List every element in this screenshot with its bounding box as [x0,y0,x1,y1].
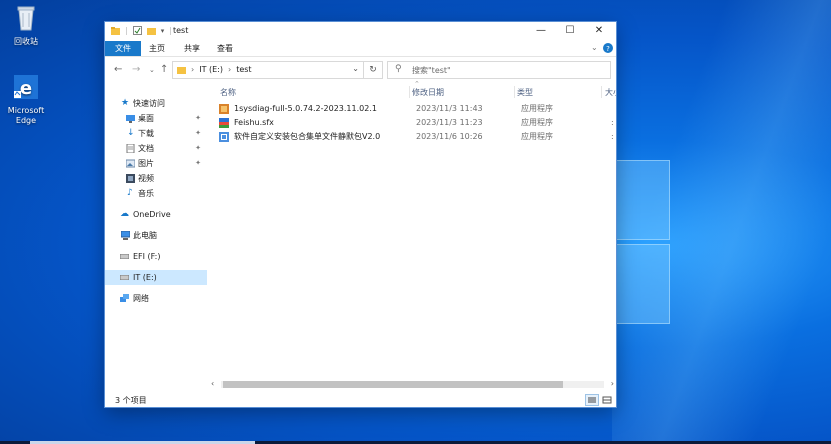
desktop-icon-label: 回收站 [14,37,38,46]
column-header-name[interactable]: 名称 [220,87,236,98]
desktop-icon [126,115,135,123]
recycle-bin-icon [17,6,35,31]
svg-text:e: e [20,78,32,99]
pictures-icon [126,159,135,168]
minimize-button[interactable]: — [526,22,556,40]
edge-icon: e [14,75,38,99]
details-view-button[interactable] [585,394,599,406]
folder-icon [111,27,120,35]
nav-downloads[interactable]: ↓ 下载 ✦ [105,126,207,141]
scroll-right-icon[interactable]: › [611,379,614,388]
pin-icon: ✦ [195,114,201,122]
nav-desktop[interactable]: 桌面 ✦ [105,111,207,126]
tab-share[interactable]: 共享 [177,41,207,56]
drive-icon [120,254,129,259]
pin-icon: ✦ [195,129,201,137]
file-explorer-window: | ▾ | test — ☐ ✕ 文件 主页 共享 查看 ⌄ ? ← → ⌄ ↑… [105,22,616,407]
scroll-left-icon[interactable]: ‹ [211,379,214,388]
nav-documents[interactable]: 文档 ✦ [105,141,207,156]
file-row[interactable]: Feishu.sfx 2023/11/3 11:23 应用程序 : [219,116,614,129]
column-header-date[interactable]: 修改日期 [412,87,444,98]
properties-icon[interactable] [132,26,142,35]
scrollbar-thumb[interactable] [223,381,563,388]
window-title: test [173,26,189,35]
desktop-icon-edge[interactable]: e Microsoft Edge [0,73,52,126]
customize-toolbar-icon[interactable]: ▾ [161,27,165,35]
item-count: 3 个项目 [115,396,147,405]
network-icon [120,294,129,302]
back-button[interactable]: ← [114,64,122,75]
file-row[interactable]: 软件自定义安装包合集单文件静默包V2.0 2023/11/6 10:26 应用程… [219,130,614,143]
star-icon: ★ [121,98,130,108]
desktop-icon-label: Microsoft Edge [7,106,45,125]
computer-icon [121,231,130,240]
videos-icon [126,174,135,183]
address-dropdown-icon[interactable]: ⌄ [352,64,359,73]
pin-icon: ✦ [195,144,201,152]
help-icon[interactable]: ? [603,43,613,53]
wallpaper-light-beam [612,0,831,444]
tab-file[interactable]: 文件 [105,41,141,56]
search-placeholder: 搜索"test" [412,66,451,75]
tab-view[interactable]: 查看 [210,41,240,56]
nav-this-pc[interactable]: 此电脑 [105,228,207,243]
large-icons-view-icon [602,396,612,404]
desktop-icon-recycle-bin[interactable]: 回收站 [0,4,52,47]
expand-ribbon-icon[interactable]: ⌄ [591,43,598,52]
folder-icon [177,67,186,74]
new-folder-icon[interactable] [146,26,156,35]
nav-onedrive[interactable]: ☁ OneDrive [105,207,207,222]
refresh-button[interactable]: ↻ [363,61,383,79]
file-list: ⌃ 名称 修改日期 类型 大小 1sysdiag-full-5.0.74.2-2… [209,80,616,389]
breadcrumb-folder[interactable]: test [236,65,251,74]
title-bar: | ▾ | test — ☐ ✕ [105,22,616,40]
pin-icon: ✦ [195,159,201,167]
recent-locations-icon[interactable]: ⌄ [149,66,155,74]
drive-icon [120,275,129,280]
details-view-icon [588,397,596,403]
nav-it-drive[interactable]: IT (E:) [105,270,207,285]
column-header-type[interactable]: 类型 [517,87,533,98]
feishu-icon [219,118,229,128]
large-icons-view-button[interactable] [600,394,614,406]
nav-quick-access[interactable]: ★ 快速访问 [105,96,207,111]
close-button[interactable]: ✕ [584,22,614,40]
nav-network[interactable]: 网络 [105,291,207,306]
nav-videos[interactable]: 视频 [105,171,207,186]
search-box[interactable]: ⚲ 搜索"test" [387,61,611,79]
nav-music[interactable]: ♪ 音乐 [105,186,207,201]
svg-text:?: ? [606,45,610,53]
document-icon [126,144,135,153]
quick-access-toolbar: | ▾ | [111,26,172,35]
nav-efi-drive[interactable]: EFI (F:) [105,249,207,264]
app-icon [219,132,229,142]
download-icon: ↓ [127,128,135,138]
windows-logo-wallpaper [612,160,672,325]
navigation-pane: ★ 快速访问 桌面 ✦ ↓ 下载 ✦ 文档 ✦ 图片 ✦ 视频 ♪ 音乐 ☁ O… [105,84,209,389]
search-icon: ⚲ [395,64,402,74]
address-bar[interactable]: › IT (E:) › test ⌄ [172,61,364,79]
tab-home[interactable]: 主页 [142,41,172,56]
breadcrumb-drive[interactable]: IT (E:) [199,65,223,74]
file-row[interactable]: 1sysdiag-full-5.0.74.2-2023.11.02.1 2023… [219,102,614,115]
nav-pictures[interactable]: 图片 ✦ [105,156,207,171]
status-bar: 3 个项目 [105,391,616,407]
column-header-size[interactable]: 大小 [605,87,616,98]
installer-icon [219,104,229,114]
horizontal-scrollbar[interactable]: ‹ › [209,379,616,390]
cloud-icon: ☁ [120,209,129,219]
ribbon: 文件 主页 共享 查看 ⌄ ? [105,41,616,57]
maximize-button[interactable]: ☐ [555,22,585,40]
music-icon: ♪ [127,188,133,198]
forward-button[interactable]: → [132,64,140,75]
up-button[interactable]: ↑ [160,64,168,75]
address-row: ← → ⌄ ↑ › IT (E:) › test ⌄ ↻ ⚲ 搜索"test" [105,59,616,81]
